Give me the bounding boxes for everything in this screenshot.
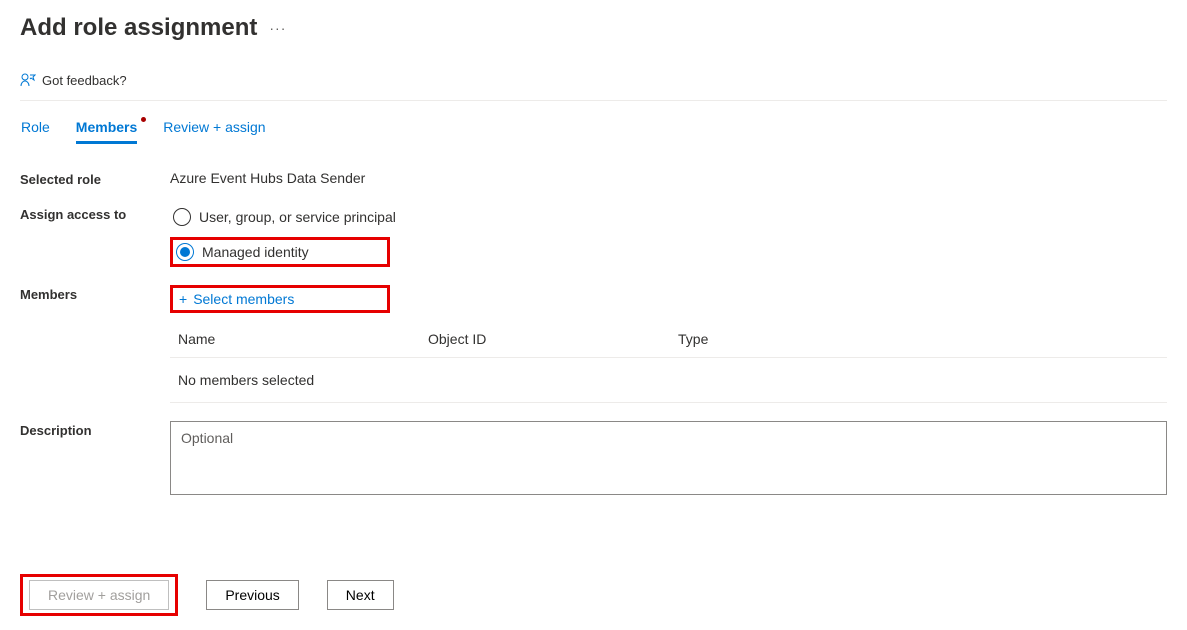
- th-object-id: Object ID: [428, 331, 678, 347]
- members-label: Members: [20, 285, 170, 302]
- radio-user-group[interactable]: User, group, or service principal: [170, 205, 1167, 229]
- tab-badge-icon: [141, 117, 146, 122]
- more-actions-icon[interactable]: ···: [269, 20, 286, 36]
- tab-role[interactable]: Role: [21, 119, 50, 144]
- th-type: Type: [678, 331, 1159, 347]
- feedback-label: Got feedback?: [42, 73, 127, 88]
- tab-members[interactable]: Members: [76, 119, 137, 144]
- selected-role-value: Azure Event Hubs Data Sender: [170, 170, 1167, 186]
- radio-managed-identity[interactable]: Managed identity: [173, 240, 313, 264]
- selected-role-label: Selected role: [20, 170, 170, 187]
- description-input[interactable]: [170, 421, 1167, 495]
- highlight-select-members: + Select members: [170, 285, 390, 313]
- select-members-label: Select members: [193, 291, 294, 307]
- tab-members-label: Members: [76, 119, 137, 135]
- members-empty-state: No members selected: [170, 358, 1167, 403]
- review-assign-button[interactable]: Review + assign: [29, 580, 169, 610]
- previous-button[interactable]: Previous: [206, 580, 298, 610]
- radio-user-label: User, group, or service principal: [199, 209, 396, 225]
- th-name: Name: [178, 331, 428, 347]
- feedback-icon: [20, 72, 36, 88]
- plus-icon: +: [179, 292, 187, 306]
- radio-managed-label: Managed identity: [202, 244, 309, 260]
- description-label: Description: [20, 421, 170, 438]
- highlight-managed-identity: Managed identity: [170, 237, 390, 267]
- footer-actions: Review + assign Previous Next: [20, 574, 1167, 616]
- radio-icon: [176, 243, 194, 261]
- tabs: Role Members Review + assign: [20, 119, 1167, 144]
- feedback-link[interactable]: Got feedback?: [20, 72, 1167, 101]
- radio-icon: [173, 208, 191, 226]
- members-table: Name Object ID Type No members selected: [170, 317, 1167, 403]
- select-members-button[interactable]: + Select members: [173, 288, 300, 310]
- page-title: Add role assignment: [20, 14, 257, 42]
- assign-access-label: Assign access to: [20, 205, 170, 222]
- tab-review[interactable]: Review + assign: [163, 119, 265, 144]
- highlight-review-assign: Review + assign: [20, 574, 178, 616]
- assign-access-radio-group: User, group, or service principal Manage…: [170, 205, 1167, 267]
- next-button[interactable]: Next: [327, 580, 394, 610]
